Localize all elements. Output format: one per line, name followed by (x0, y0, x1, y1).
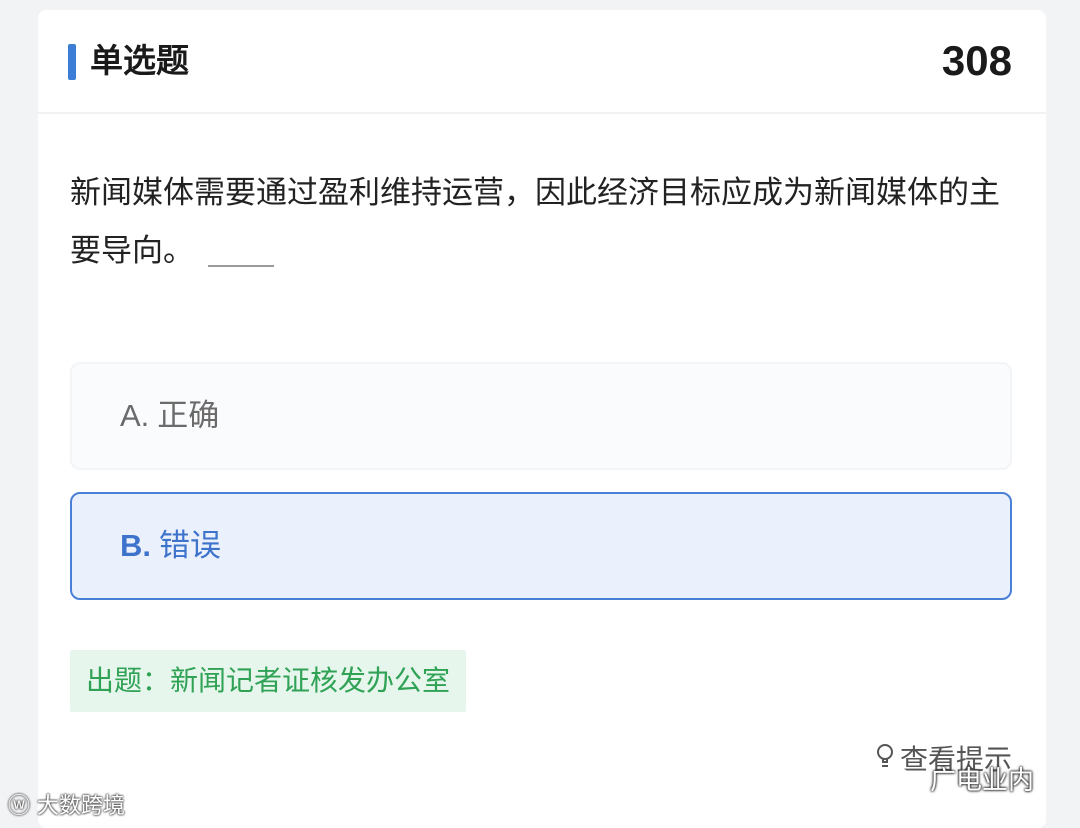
question-card: 单选题 308 新闻媒体需要通过盈利维持运营，因此经济目标应成为新闻媒体的主要导… (38, 10, 1046, 828)
option-a-letter: A. (120, 398, 150, 433)
watermark-left-text: 大数跨境 (37, 794, 126, 819)
option-a[interactable]: A. 正确 (70, 362, 1012, 470)
option-b-text: 错误 (159, 528, 221, 564)
question-text: 新闻媒体需要通过盈利维持运营，因此经济目标应成为新闻媒体的主要导向。 (70, 175, 1000, 269)
title-accent-bar (68, 44, 76, 80)
watermark-wechat: 广电业内 (880, 764, 1034, 798)
question-type-title: 单选题 (90, 41, 189, 80)
wechat-icon (881, 766, 921, 793)
watermark-right-text: 广电业内 (930, 766, 1035, 796)
question-source-badge: 出题：新闻记者证核发办公室 (70, 650, 467, 712)
question-number: 308 (941, 37, 1012, 84)
question-header: 单选题 308 (38, 10, 1046, 114)
option-b-letter: B. (120, 528, 151, 563)
watermark-weibo: ⓦ 大数跨境 (8, 792, 125, 822)
option-a-text: 正确 (157, 398, 220, 434)
question-text-block: 新闻媒体需要通过盈利维持运营，因此经济目标应成为新闻媒体的主要导向。 (70, 164, 1020, 280)
weibo-icon: ⓦ (8, 794, 31, 819)
answer-blank (208, 265, 274, 267)
option-b-selected[interactable]: B. 错误 (70, 492, 1012, 600)
